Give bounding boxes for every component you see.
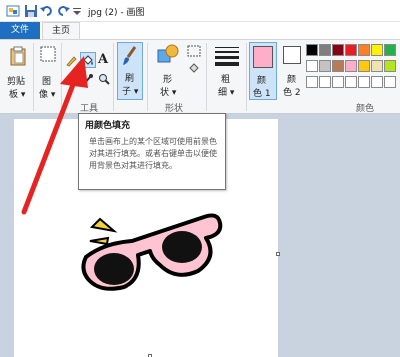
color-2-swatch (283, 46, 301, 64)
fill-shape-icon[interactable] (187, 62, 201, 77)
colors-group-label: 颜色 (356, 104, 375, 114)
tab-home[interactable]: 主页 (42, 22, 80, 40)
palette-swatch[interactable] (345, 76, 357, 88)
pencil-icon[interactable] (65, 55, 77, 70)
shapes-label-1: 形 (163, 75, 173, 85)
palette-swatch[interactable] (306, 76, 318, 88)
tooltip-title: 用颜色填充 (85, 121, 131, 131)
shapes-label-2: 状 ▾ (160, 88, 177, 98)
palette-swatch[interactable] (319, 76, 331, 88)
fill-with-color-icon[interactable] (80, 52, 96, 68)
divider (61, 43, 62, 111)
palette-swatch[interactable] (358, 76, 370, 88)
palette-swatch[interactable] (306, 60, 318, 72)
divider (113, 43, 114, 111)
palette-swatch[interactable] (358, 60, 370, 72)
line-width-icon (215, 46, 239, 69)
color-2-button[interactable]: 颜 色 2 (280, 44, 306, 100)
palette-swatch[interactable] (358, 44, 370, 56)
text-tool-icon[interactable]: A (98, 52, 108, 67)
color-1-label-1: 颜 (257, 76, 267, 86)
redo-icon[interactable] (56, 4, 70, 18)
ribbon-tabs: 文件 主页 (0, 22, 400, 40)
palette-swatch[interactable] (345, 60, 357, 72)
color-palette (306, 44, 400, 98)
color-2-label-2: 色 2 (283, 88, 301, 98)
brushes-button[interactable]: 刷 子 ▾ (117, 42, 143, 100)
image-label-2: 像 ▾ (39, 90, 56, 100)
palette-swatch[interactable] (384, 76, 396, 88)
palette-swatch[interactable] (384, 60, 396, 72)
palette-swatch[interactable] (332, 44, 344, 56)
image-button[interactable]: 图 像 ▾ (36, 44, 60, 104)
shapes-button[interactable]: 形 状 ▾ (151, 44, 185, 100)
title-bar: jpg (2) - 画图 (0, 0, 400, 22)
size-label-1: 粗 (221, 75, 231, 85)
palette-swatch[interactable] (384, 44, 396, 56)
tooltip: 用颜色填充 单击画布上的某个区域可使用前景色对其进行填充。或者右键单击以便使用背… (78, 113, 226, 190)
divider (33, 43, 34, 111)
brush-icon (121, 45, 139, 70)
brush-label-2: 子 ▾ (122, 87, 139, 97)
palette-swatch[interactable] (319, 60, 331, 72)
tab-file[interactable]: 文件 (0, 22, 40, 39)
palette-swatch[interactable] (371, 60, 383, 72)
paste-label-2: 板 ▾ (9, 90, 26, 100)
divider (246, 43, 247, 111)
paste-button[interactable]: 剪贴 板 ▾ (4, 44, 32, 104)
brush-label-1: 刷 (125, 74, 135, 84)
image-select-icon (40, 46, 56, 67)
palette-swatch[interactable] (371, 76, 383, 88)
shapes-icon (157, 44, 179, 67)
canvas-resize-handle[interactable] (276, 252, 280, 256)
paste-label-1: 剪贴 (7, 77, 26, 87)
clipboard-icon (10, 46, 26, 69)
palette-swatch[interactable] (345, 44, 357, 56)
divider (206, 43, 207, 111)
image-label-1: 图 (42, 77, 52, 87)
size-button[interactable]: 粗 细 ▾ (212, 44, 242, 100)
color-2-label-1: 颜 (287, 75, 297, 85)
palette-swatch[interactable] (371, 44, 383, 56)
palette-swatch[interactable] (306, 44, 318, 56)
magnifier-icon[interactable] (98, 73, 110, 88)
color-1-swatch (253, 46, 273, 68)
color-picker-icon[interactable] (82, 73, 94, 88)
palette-swatch[interactable] (332, 60, 344, 72)
paint-app-icon (6, 4, 20, 18)
save-icon[interactable] (24, 4, 38, 18)
color-1-button[interactable]: 颜 色 1 (249, 42, 277, 100)
ribbon: 剪贴 板 ▾ 图 像 ▾ A 工具 刷 子 ▾ 形 状 ▾ 形状 粗 细 ▾ 颜… (0, 39, 400, 114)
customize-dropdown-icon[interactable] (72, 4, 86, 18)
tooltip-body: 单击画布上的某个区域可使用前景色对其进行填充。或者右键单击以便使用背景色对其进行… (89, 137, 217, 170)
divider (147, 43, 148, 111)
palette-swatch[interactable] (332, 76, 344, 88)
eraser-icon[interactable] (66, 73, 78, 88)
color-1-label-2: 色 1 (253, 89, 271, 99)
outline-icon[interactable] (187, 45, 201, 60)
window-title: jpg (2) - 画图 (88, 8, 145, 18)
size-label-2: 细 ▾ (218, 88, 235, 98)
undo-icon[interactable] (40, 4, 54, 18)
palette-swatch[interactable] (319, 44, 331, 56)
